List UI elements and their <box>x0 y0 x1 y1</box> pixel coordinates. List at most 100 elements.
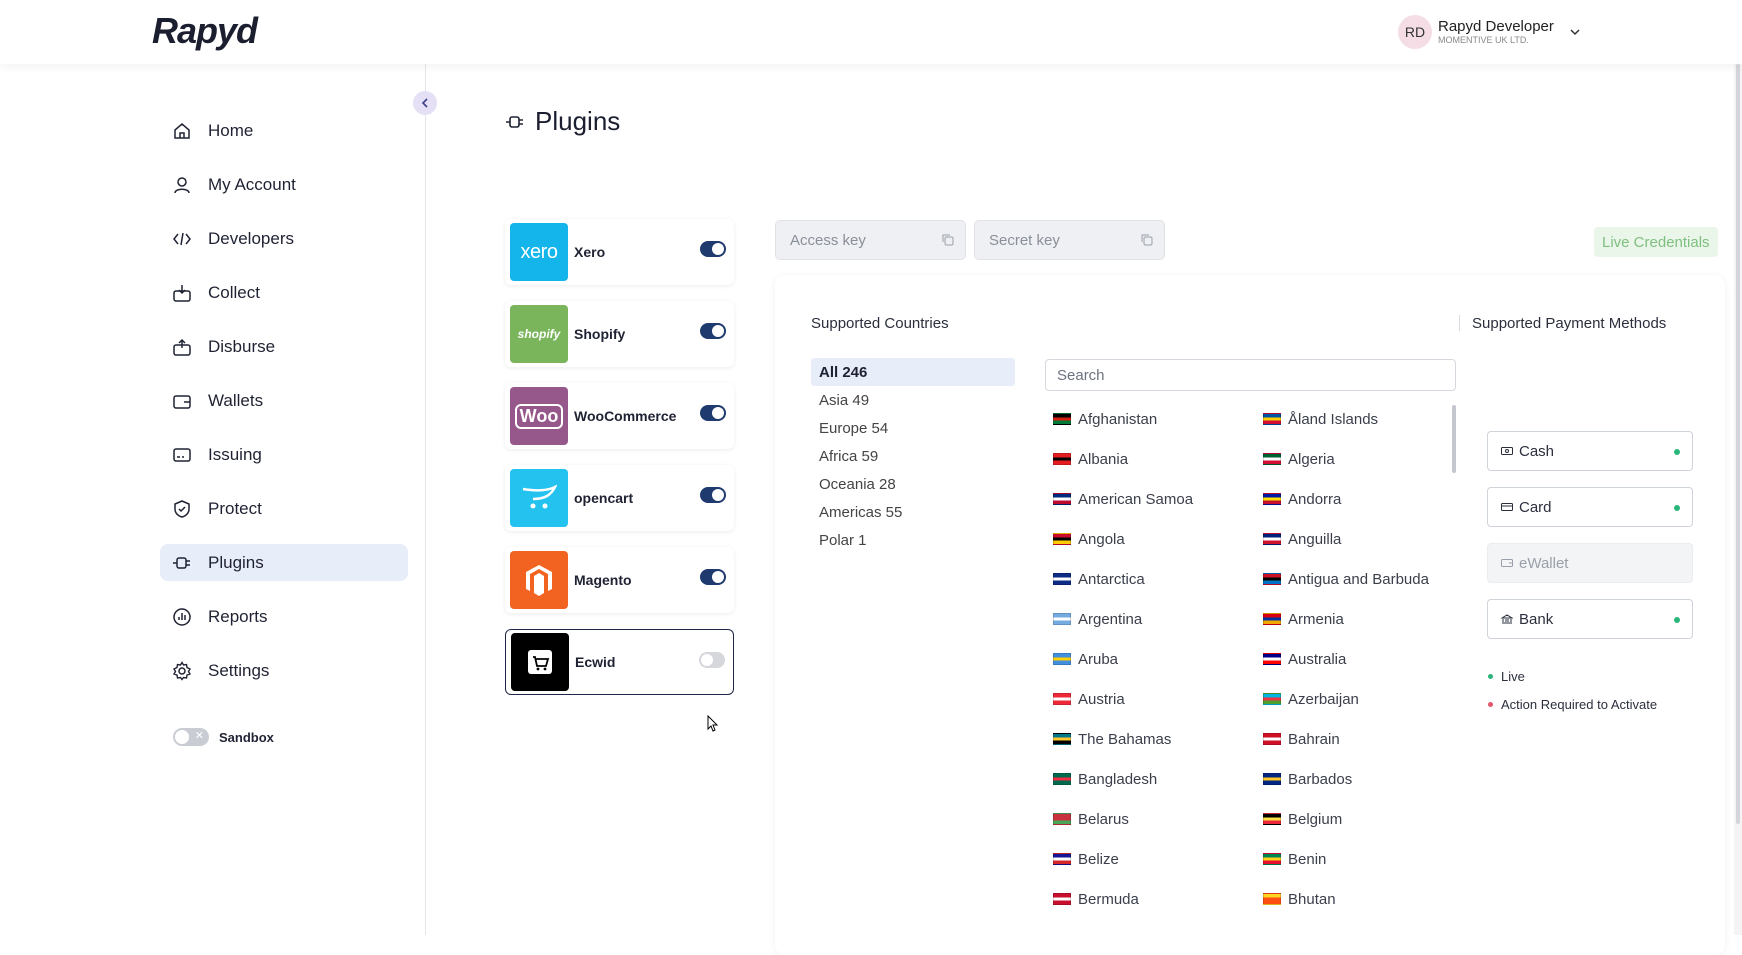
sidebar-item-label: Reports <box>208 606 268 626</box>
sidebar-item-developers[interactable]: Developers <box>160 220 408 257</box>
chevron-down-icon[interactable] <box>1568 25 1582 39</box>
country-item[interactable]: American Samoa <box>1053 479 1263 519</box>
country-item[interactable]: Angola <box>1053 519 1263 559</box>
country-item[interactable]: Belgium <box>1263 799 1449 839</box>
country-item[interactable]: Albania <box>1053 439 1263 479</box>
country-item[interactable]: Azerbaijan <box>1263 679 1449 719</box>
flag-icon <box>1263 653 1281 665</box>
plugin-toggle[interactable] <box>700 569 726 585</box>
country-item[interactable]: Antarctica <box>1053 559 1263 599</box>
payment-method-bank[interactable]: Bank <box>1487 599 1693 639</box>
plugin-card-shopify[interactable]: shopify Shopify <box>505 301 734 367</box>
country-list-scrollbar[interactable] <box>1452 405 1456 473</box>
plugin-name: Shopify <box>574 326 626 342</box>
shield-icon <box>171 498 193 520</box>
rapyd-logo[interactable]: Rapyd <box>152 10 258 52</box>
country-item[interactable]: Aruba <box>1053 639 1263 679</box>
sandbox-label: Sandbox <box>219 729 274 745</box>
magento-logo <box>510 551 568 609</box>
sandbox-toggle-row[interactable]: ✕ Sandbox <box>173 728 274 746</box>
country-item[interactable]: Australia <box>1263 639 1449 679</box>
country-name: Bahrain <box>1288 730 1340 748</box>
plugin-toggle[interactable] <box>700 241 726 257</box>
flag-icon <box>1053 893 1071 905</box>
copy-icon[interactable] <box>1140 233 1154 247</box>
country-list[interactable]: Afghanistan Åland Islands Albania Algeria Am… <box>1053 399 1449 955</box>
country-item[interactable]: Bahrain <box>1263 719 1449 759</box>
plugin-toggle[interactable] <box>700 323 726 339</box>
secret-key-field[interactable]: Secret key <box>974 220 1165 260</box>
sidebar-item-home[interactable]: Home <box>160 112 408 149</box>
country-item[interactable]: Åland Islands <box>1263 399 1449 439</box>
country-name: Austria <box>1078 690 1125 708</box>
plugin-name: Xero <box>574 244 606 260</box>
country-item[interactable]: Austria <box>1053 679 1263 719</box>
country-item[interactable]: Andorra <box>1263 479 1449 519</box>
plugin-toggle[interactable] <box>700 405 726 421</box>
sidebar-item-my-account[interactable]: My Account <box>160 166 408 203</box>
sidebar-item-reports[interactable]: Reports <box>160 598 408 635</box>
plugin-toggle[interactable] <box>700 487 726 503</box>
sidebar-item-issuing[interactable]: Issuing <box>160 436 408 473</box>
payment-method-ewallet[interactable]: eWallet <box>1487 543 1693 583</box>
region-filter-item[interactable]: All 246 <box>811 358 1015 386</box>
country-item[interactable]: Benin <box>1263 839 1449 879</box>
country-item[interactable]: Barbados <box>1263 759 1449 799</box>
region-filter-item[interactable]: Polar 1 <box>811 526 1015 554</box>
country-item[interactable]: The Bahamas <box>1053 719 1263 759</box>
plugin-card-ecwid[interactable]: Ecwid <box>505 629 734 695</box>
country-item[interactable]: Belarus <box>1053 799 1263 839</box>
avatar[interactable]: RD <box>1398 15 1432 49</box>
flag-icon <box>1053 413 1071 425</box>
plugin-card-xero[interactable]: xero Xero <box>505 219 734 285</box>
region-filter-item[interactable]: Europe 54 <box>811 414 1015 442</box>
country-item[interactable]: Armenia <box>1263 599 1449 639</box>
country-name: Belgium <box>1288 810 1343 828</box>
country-search-input[interactable] <box>1045 359 1456 391</box>
sidebar-item-protect[interactable]: Protect <box>160 490 408 527</box>
country-item[interactable]: Bhutan <box>1263 879 1449 919</box>
country-item[interactable]: Bangladesh <box>1053 759 1263 799</box>
country-item[interactable]: Antigua and Barbuda <box>1263 559 1449 599</box>
sidebar-item-wallets[interactable]: Wallets <box>160 382 408 419</box>
country-name: Australia <box>1288 650 1347 668</box>
plugin-card-woocommerce[interactable]: Woo WooCommerce <box>505 383 734 449</box>
sidebar-item-settings[interactable]: Settings <box>160 652 408 689</box>
country-item[interactable]: Belize <box>1053 839 1263 879</box>
flag-icon <box>1053 813 1071 825</box>
flag-icon <box>1053 853 1071 865</box>
user-info[interactable]: Rapyd Developer MOMENTIVE UK LTD. <box>1438 19 1554 46</box>
region-filter-item[interactable]: Africa 59 <box>811 442 1015 470</box>
plugin-card-opencart[interactable]: opencart <box>505 465 734 531</box>
plugin-card-magento[interactable]: Magento <box>505 547 734 613</box>
payment-method-cash[interactable]: Cash <box>1487 431 1693 471</box>
country-item[interactable]: Afghanistan <box>1053 399 1263 439</box>
legend-dot <box>1488 673 1493 679</box>
country-item[interactable]: Bermuda <box>1053 879 1263 919</box>
user-menu[interactable]: RD Rapyd Developer MOMENTIVE UK LTD. <box>1398 15 1582 49</box>
region-filter-item[interactable]: Oceania 28 <box>811 470 1015 498</box>
sidebar-item-disburse[interactable]: Disburse <box>160 328 408 365</box>
access-key-field[interactable]: Access key <box>775 220 966 260</box>
live-credentials-badge[interactable]: Live Credentials <box>1594 227 1718 257</box>
region-filter-item[interactable]: Asia 49 <box>811 386 1015 414</box>
country-name: Bhutan <box>1288 890 1336 908</box>
sidebar-item-plugins[interactable]: Plugins <box>160 544 408 581</box>
country-item[interactable]: Argentina <box>1053 599 1263 639</box>
plugin-toggle[interactable] <box>699 652 725 668</box>
sidebar-item-collect[interactable]: Collect <box>160 274 408 311</box>
sidebar: Home My Account Developers Collect Disburse W… <box>0 64 437 935</box>
card-icon <box>171 444 193 466</box>
country-item[interactable]: Algeria <box>1263 439 1449 479</box>
country-item[interactable]: Anguilla <box>1263 519 1449 559</box>
region-filter-item[interactable]: Americas 55 <box>811 498 1015 526</box>
chevron-left-icon <box>421 98 428 108</box>
sandbox-toggle[interactable]: ✕ <box>173 728 209 746</box>
collapse-sidebar-button[interactable] <box>413 91 437 115</box>
country-name: American Samoa <box>1078 490 1194 508</box>
country-name: Benin <box>1288 850 1327 868</box>
copy-icon[interactable] <box>941 233 955 247</box>
page-scrollbar[interactable] <box>1734 64 1742 935</box>
flag-icon <box>1053 653 1071 665</box>
payment-method-card[interactable]: Card <box>1487 487 1693 527</box>
